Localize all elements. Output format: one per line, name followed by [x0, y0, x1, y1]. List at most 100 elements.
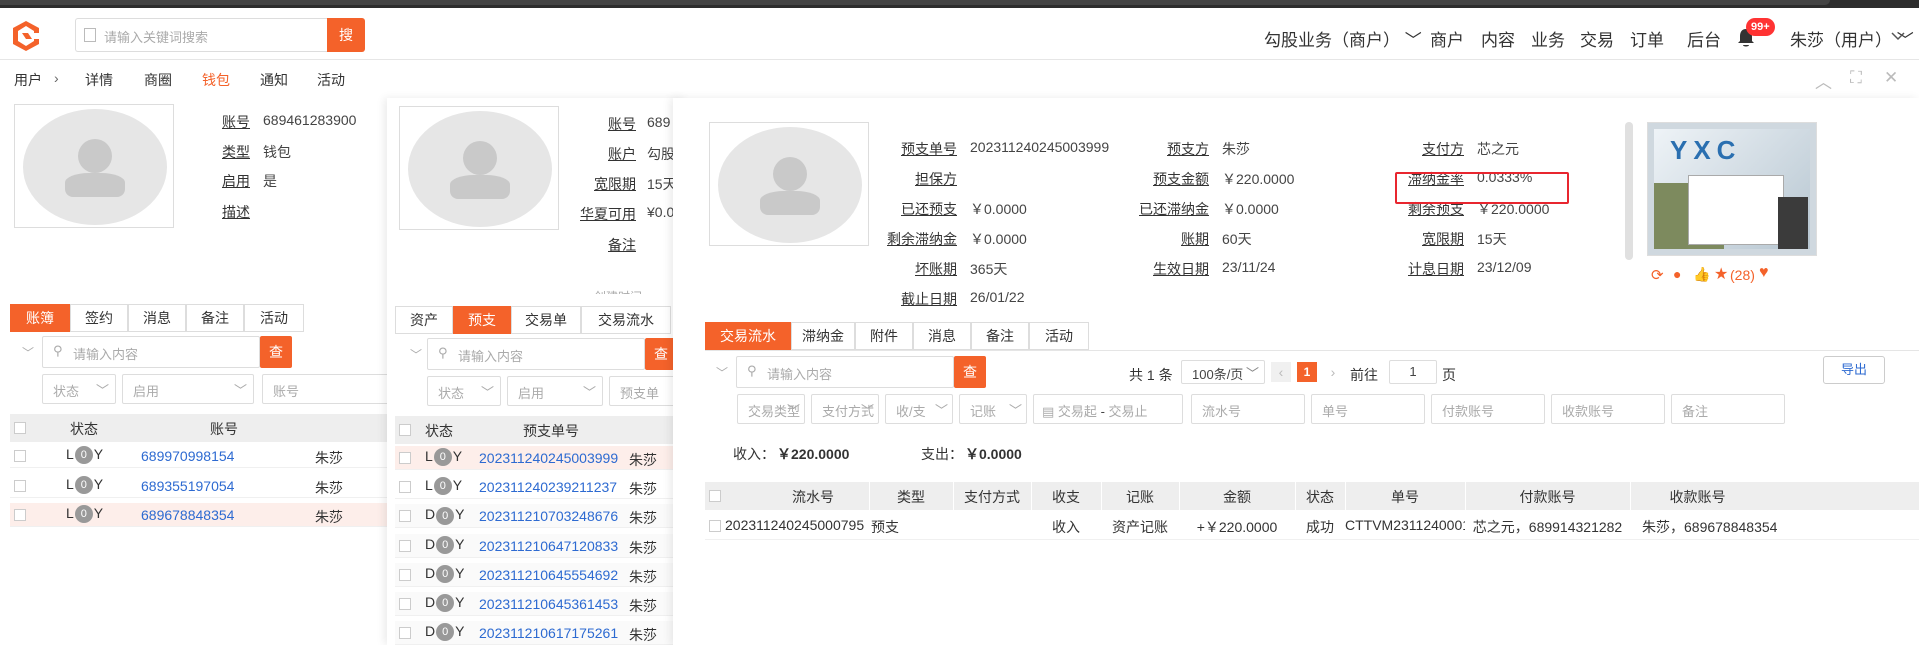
row-checkbox[interactable] [14, 480, 26, 492]
star-icon[interactable]: ★ [1714, 264, 1728, 284]
advance-no-link[interactable]: 202311210645554692 [479, 567, 618, 583]
row-checkbox[interactable] [709, 520, 721, 532]
table-row[interactable]: L0Y 689355197054 朱莎 [10, 474, 390, 498]
advance-no-link[interactable]: 202311210617175261 [479, 625, 618, 641]
tab-attachment[interactable]: 附件 [855, 322, 913, 350]
tab-late-fee[interactable]: 滞纳金 [791, 322, 855, 350]
table-row[interactable]: L0Y 202311240245003999 朱莎 [395, 446, 687, 470]
account-link[interactable]: 689678848354 [141, 507, 234, 523]
table-row[interactable]: D0Y 202311210647120833 朱莎 [395, 533, 687, 558]
date-range-picker[interactable]: ▤ 交易起 - 交易止 [1033, 394, 1183, 424]
flow-search-input[interactable]: ⚲ 请输入内容 [736, 356, 954, 388]
table-row[interactable]: L0Y 202311240239211237 朱莎 [395, 475, 687, 500]
filter-input[interactable]: 单号 [1311, 394, 1425, 424]
advance-search-input[interactable]: ⚲ 请输入内容 [427, 338, 645, 370]
tab-sign[interactable]: 签约 [70, 304, 128, 332]
filter-select[interactable]: 交易类型 ﹀ [737, 394, 805, 424]
filter-input[interactable]: 付款账号 [1431, 394, 1545, 424]
filter-account[interactable]: 账号 [262, 374, 392, 404]
close-icon[interactable]: ✕ [1884, 68, 1898, 88]
filter-select[interactable]: 支付方式 ﹀ [811, 394, 879, 424]
nav-trade[interactable]: 交易 [1580, 26, 1614, 51]
nav-business[interactable]: 业务 [1531, 26, 1565, 51]
export-button[interactable]: 导出 [1823, 356, 1885, 384]
flow-search-button[interactable]: 查 [954, 356, 986, 388]
account-link[interactable]: 689355197054 [141, 478, 234, 494]
nav-business-switch[interactable]: 勾股业务（商户） ﹀ [1264, 26, 1422, 51]
table-row[interactable]: D0Y 202311210645554692 朱莎 [395, 562, 687, 587]
tab-message[interactable]: 消息 [128, 304, 186, 332]
crumb-activity[interactable]: 活动 [317, 70, 345, 90]
chevron-down-icon[interactable]: ﹀ [410, 346, 422, 363]
tab-trade-flow[interactable]: 交易流水 [581, 306, 671, 334]
crumb-user[interactable]: 用户 [14, 70, 42, 90]
row-checkbox[interactable] [14, 450, 26, 462]
nav-admin[interactable]: 后台 [1687, 26, 1721, 51]
advance-no-link[interactable]: 202311210703248676 [479, 508, 618, 524]
row-checkbox[interactable] [399, 568, 411, 581]
global-search-input[interactable]: 请输入关键词搜索 [75, 18, 327, 52]
row-checkbox[interactable] [14, 509, 26, 521]
filter-enabled[interactable]: 启用 ﹀ [507, 376, 603, 406]
row-checkbox[interactable] [399, 627, 411, 640]
advance-no-link[interactable]: 202311210647120833 [479, 538, 618, 554]
row-checkbox[interactable] [399, 598, 411, 610]
global-search-button[interactable]: 搜 [327, 18, 365, 52]
nav-merchant[interactable]: 商户 [1430, 26, 1464, 51]
select-all-checkbox[interactable] [14, 422, 26, 434]
comment-icon[interactable]: ● [1673, 266, 1681, 282]
advance-no-link[interactable]: 202311210645361453 [479, 596, 618, 612]
table-row[interactable]: D0Y 202311210645361453 朱莎 [395, 592, 687, 616]
crumb-detail[interactable]: 详情 [85, 70, 113, 90]
pager-size-select[interactable]: 100条/页 ﹀ [1181, 360, 1265, 384]
fullscreen-icon[interactable]: ⛶ [1850, 68, 1862, 88]
scrollbar[interactable] [1625, 122, 1633, 260]
select-all-checkbox[interactable] [709, 490, 721, 502]
tab-ledger[interactable]: 账簿 [10, 304, 70, 332]
nav-order[interactable]: 订单 [1630, 26, 1664, 51]
chevron-down-icon[interactable] [1890, 27, 1906, 47]
nav-content[interactable]: 内容 [1481, 26, 1515, 51]
table-row[interactable]: 202311240245000795 预支 收入 资产记账 +￥220.0000 成功 CT… [705, 512, 1919, 540]
product-thumbnail[interactable]: YXC [1647, 122, 1817, 256]
select-all-checkbox[interactable] [399, 424, 411, 436]
row-checkbox[interactable] [399, 510, 411, 523]
collapse-icon[interactable]: ︿ [1815, 68, 1832, 93]
tab-message[interactable]: 消息 [913, 322, 971, 350]
crumb-circle[interactable]: 商圈 [144, 70, 172, 90]
crumb-notice[interactable]: 通知 [260, 70, 288, 90]
filter-select[interactable]: 收/支 ﹀ [885, 394, 953, 424]
crumb-wallet[interactable]: 钱包 [202, 70, 230, 90]
tab-assets[interactable]: 资产 [395, 306, 453, 334]
ledger-search-button[interactable]: 查 [260, 336, 292, 368]
app-logo-icon[interactable] [8, 18, 44, 54]
current-page[interactable]: 1 [1297, 362, 1317, 382]
tab-activity[interactable]: 活动 [244, 304, 304, 332]
table-row[interactable]: D0Y 202311210703248676 朱莎 [395, 504, 687, 529]
filter-status[interactable]: 状态 ﹀ [427, 376, 501, 406]
filter-enabled[interactable]: 启用 ﹀ [122, 374, 254, 404]
tab-trade-order[interactable]: 交易单 [511, 306, 581, 334]
filter-input[interactable]: 流水号 [1191, 394, 1305, 424]
thumbs-up-icon[interactable]: 👍 [1693, 266, 1710, 283]
filter-input[interactable]: 备注 [1671, 394, 1785, 424]
tab-activity[interactable]: 活动 [1029, 322, 1089, 350]
account-link[interactable]: 689970998154 [141, 448, 234, 464]
filter-status[interactable]: 状态 ﹀ [42, 374, 116, 404]
advance-no-link[interactable]: 202311240239211237 [479, 479, 617, 495]
tab-trade-flow[interactable]: 交易流水 [705, 322, 791, 350]
row-checkbox[interactable] [399, 481, 411, 494]
advance-no-link[interactable]: 202311240245003999 [479, 450, 618, 466]
tab-note[interactable]: 备注 [186, 304, 244, 332]
chevron-down-icon[interactable]: ﹀ [716, 364, 728, 381]
ledger-search-input[interactable]: ⚲ 请输入内容 [42, 336, 260, 368]
chevron-down-icon[interactable]: ﹀ [22, 344, 34, 361]
prev-page-icon[interactable]: ‹ [1271, 362, 1291, 382]
filter-select[interactable]: 记账 ﹀ [959, 394, 1027, 424]
table-row[interactable]: L0Y 689970998154 朱莎 [10, 444, 390, 468]
table-row[interactable]: D0Y 202311210617175261 朱莎 [395, 621, 687, 645]
next-page-icon[interactable]: › [1323, 362, 1343, 382]
row-checkbox[interactable] [399, 452, 411, 464]
table-row[interactable]: L0Y 689678848354 朱莎 [10, 503, 390, 527]
row-checkbox[interactable] [399, 539, 411, 552]
